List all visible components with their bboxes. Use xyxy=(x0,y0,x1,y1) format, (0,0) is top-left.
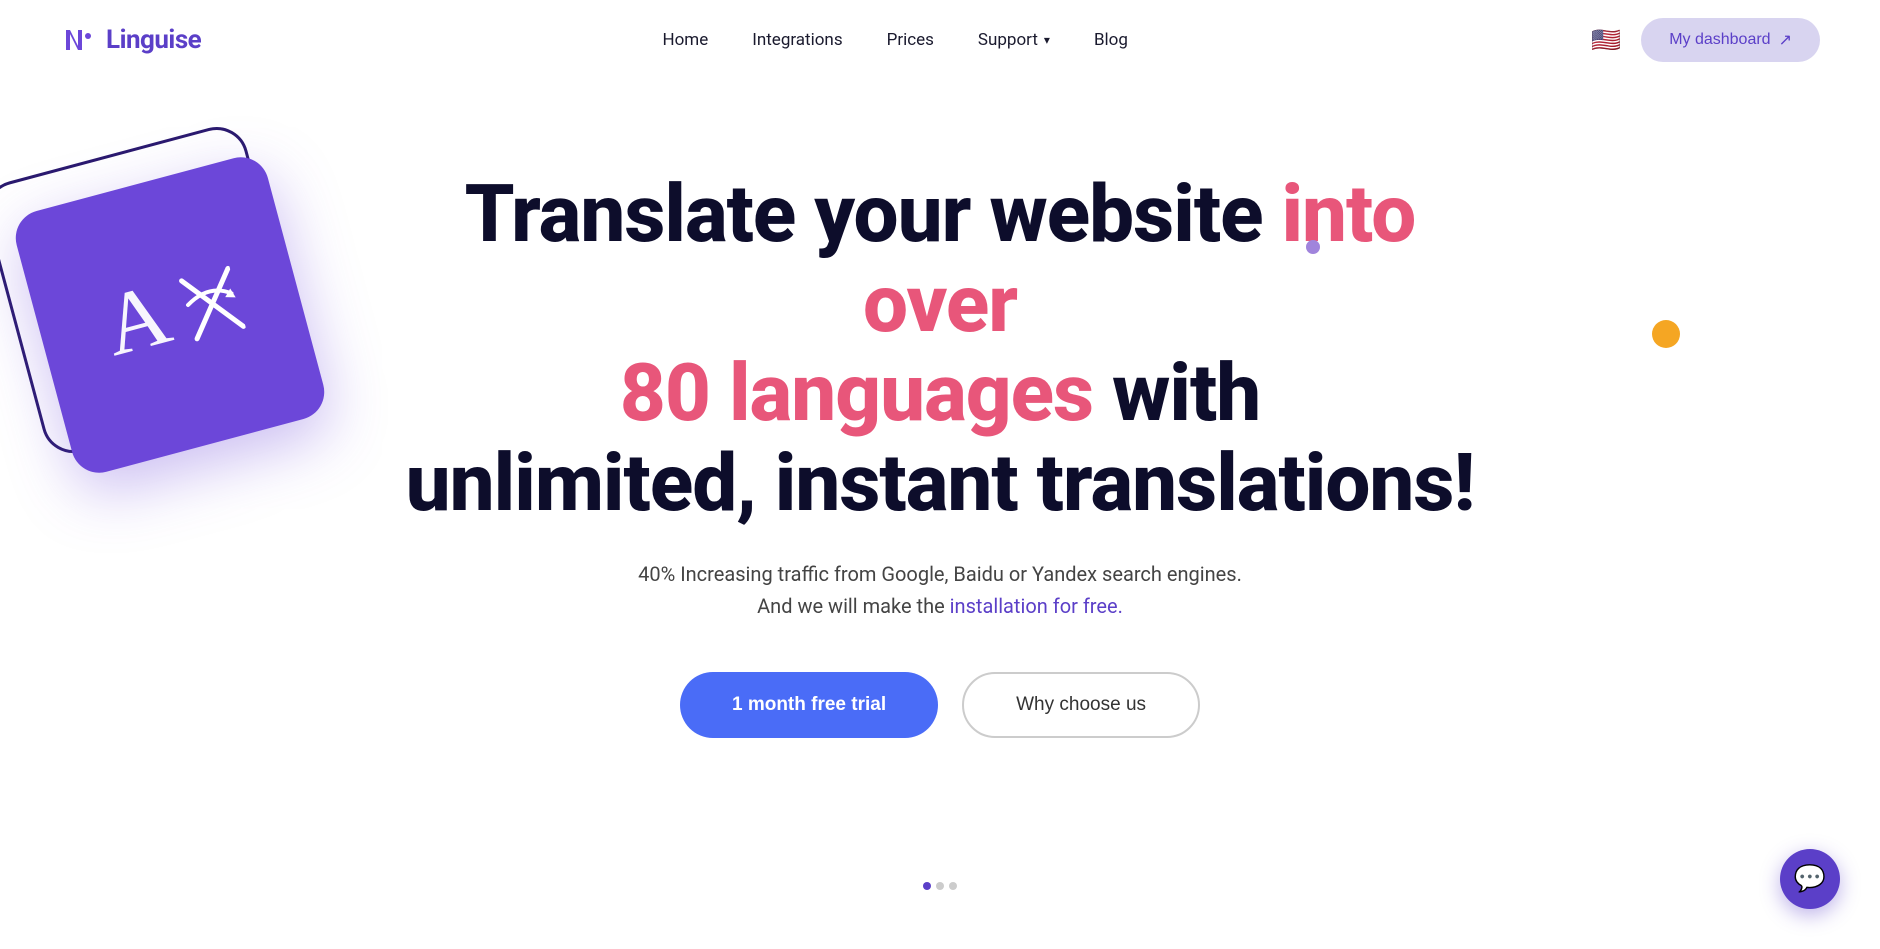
translate-icon: A xyxy=(87,239,253,391)
hero-buttons: 1 month free trial Why choose us xyxy=(390,672,1490,738)
scroll-dots xyxy=(923,882,957,890)
nav-prices[interactable]: Prices xyxy=(887,30,934,50)
nav-blog[interactable]: Blog xyxy=(1094,30,1128,50)
hero-section: A Translate your website into over80 lan… xyxy=(0,80,1880,900)
support-chevron-icon: ▾ xyxy=(1044,33,1050,47)
hero-subtitle: 40% Increasing traffic from Google, Baid… xyxy=(390,558,1490,622)
external-link-icon: ↗ xyxy=(1779,30,1792,50)
chat-bubble-button[interactable]: 💬 xyxy=(1780,849,1840,909)
hero-title-part1: Translate your website xyxy=(465,167,1282,261)
nav-right: 🇺🇸 My dashboard ↗ xyxy=(1589,18,1820,62)
translate-card: A xyxy=(20,160,310,470)
nav-integrations[interactable]: Integrations xyxy=(752,30,842,50)
svg-text:A: A xyxy=(94,265,181,375)
chat-icon: 💬 xyxy=(1794,864,1826,894)
logo-link[interactable]: Linguise xyxy=(60,22,201,58)
scroll-dot-3 xyxy=(949,882,957,890)
logo-text: Linguise xyxy=(106,25,201,55)
nav-links: Home Integrations Prices Support ▾ Blog xyxy=(662,30,1127,50)
logo-icon xyxy=(60,22,96,58)
scroll-dot-2 xyxy=(936,882,944,890)
navbar: Linguise Home Integrations Prices Suppor… xyxy=(0,0,1880,80)
dashboard-button[interactable]: My dashboard ↗ xyxy=(1641,18,1820,62)
hero-title: Translate your website into over80 langu… xyxy=(390,170,1490,528)
purple-dot-decoration xyxy=(1306,240,1320,254)
installation-free-link[interactable]: installation for free. xyxy=(950,594,1123,618)
scroll-indicator xyxy=(923,882,957,890)
nav-support[interactable]: Support ▾ xyxy=(978,30,1050,50)
orange-dot-decoration xyxy=(1652,320,1680,348)
free-trial-button[interactable]: 1 month free trial xyxy=(680,672,938,738)
language-flag-icon[interactable]: 🇺🇸 xyxy=(1589,23,1623,57)
scroll-dot-1 xyxy=(923,882,931,890)
hero-content: Translate your website into over80 langu… xyxy=(390,170,1490,738)
nav-home[interactable]: Home xyxy=(662,30,708,50)
why-choose-us-button[interactable]: Why choose us xyxy=(962,672,1200,738)
